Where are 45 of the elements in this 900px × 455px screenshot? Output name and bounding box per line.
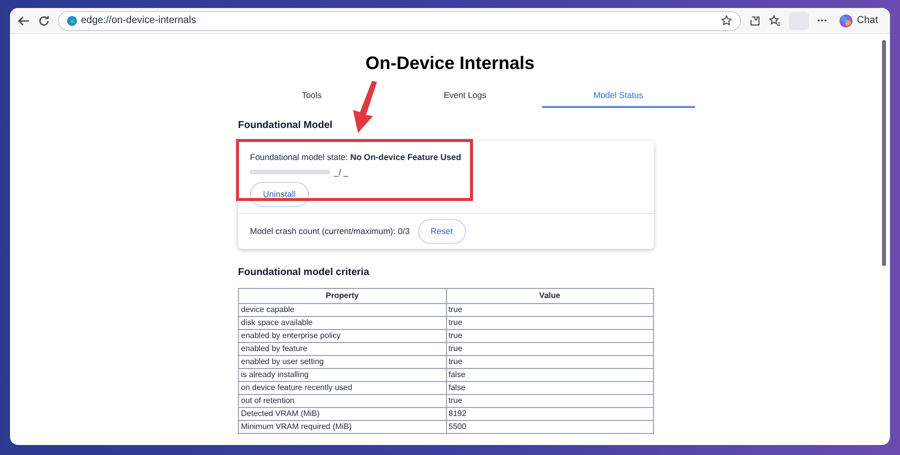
table-cell: false	[446, 381, 654, 394]
section-heading: Foundational Model	[238, 118, 334, 133]
table-cell: true	[446, 329, 654, 342]
page-title: On-Device Internals	[365, 52, 535, 75]
table-cell: true	[446, 355, 654, 368]
table-cell: Detected VRAM (MiB)	[238, 407, 446, 420]
tab[interactable]: Tools	[235, 85, 388, 108]
table-cell: true	[446, 316, 654, 330]
table-cell: on device feature recently used	[238, 381, 446, 394]
back-arrow-icon[interactable]	[18, 14, 30, 26]
table-cell: enabled by enterprise policy	[238, 329, 446, 342]
edge-logo-icon	[67, 16, 77, 26]
tab[interactable]: Event Logs	[388, 85, 542, 108]
reload-icon[interactable]	[38, 14, 50, 26]
table-cell: disk space available	[238, 316, 446, 330]
table-cell: out of retention	[238, 394, 446, 408]
copilot-logo-icon	[838, 14, 853, 28]
star-icon[interactable]	[720, 15, 732, 26]
table-cell: true	[446, 394, 654, 408]
table-cell: 8192	[446, 407, 654, 420]
table-cell: is already installing	[238, 368, 446, 382]
pointer-arrow	[350, 80, 380, 135]
extensions-icon[interactable]	[748, 14, 761, 26]
column-header: Value	[446, 288, 654, 304]
reset-button[interactable]: Reset	[418, 219, 466, 244]
table-cell: enabled by feature	[238, 342, 446, 356]
table-cell: device capable	[238, 303, 446, 316]
address-bar[interactable]: edge://on-device-internals	[58, 10, 741, 30]
more-icon[interactable]	[816, 19, 827, 22]
table-cell: 5500	[446, 420, 654, 434]
column-header: Property	[238, 288, 446, 304]
tab[interactable]: Model Status	[542, 85, 695, 108]
model-state-text: Foundational model state: No On-device Feature Used	[250, 150, 462, 164]
table-cell: false	[446, 368, 654, 382]
table-cell: true	[446, 303, 654, 316]
crash-count-text: Model crash count (current/maximum): 0/3	[250, 225, 410, 238]
table-cell: enabled by user setting	[238, 355, 446, 368]
progress-reading: _/ _	[334, 166, 348, 178]
table-cell: Minimum VRAM required (MiB)	[238, 420, 446, 434]
favorites-icon[interactable]	[768, 14, 781, 26]
scrollbar-thumb[interactable]	[882, 40, 886, 266]
address-text: edge://on-device-internals	[81, 14, 198, 28]
table-cell: true	[446, 342, 654, 356]
section-heading: Foundational model criteria	[238, 266, 370, 280]
chat-button[interactable]: Chat	[834, 13, 882, 28]
